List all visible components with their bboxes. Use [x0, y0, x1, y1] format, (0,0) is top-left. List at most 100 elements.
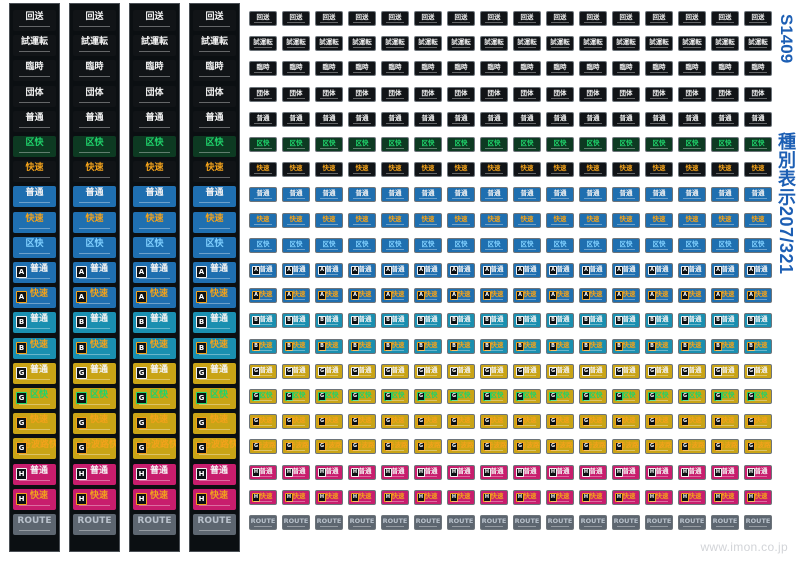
plate-sub-text-line [199, 353, 230, 355]
plate-sub-text-line [79, 227, 110, 229]
route-letter-badge: B [76, 316, 87, 329]
plate-sub-text-line [749, 324, 767, 326]
plate-sub-text-line [139, 278, 170, 279]
plate-label: 普通 [421, 113, 435, 122]
small-type-plate: 区快 G [645, 389, 673, 404]
small-type-plate: 普通 H [513, 464, 541, 480]
plate-sub-text-line [518, 198, 536, 200]
sheet-title: 種別表示207/321 [776, 132, 796, 275]
plate-label: 快速 [25, 213, 44, 224]
plate-sub-text-line [320, 248, 338, 250]
small-type-plate: ROUTE [612, 515, 640, 530]
small-type-plate: 丹波路快速G [315, 439, 343, 455]
plate-label: 臨時 [256, 63, 270, 72]
plate-label: 臨時 [652, 63, 666, 72]
plate-sub-text-line [683, 500, 701, 502]
large-type-plate: 区快 G [193, 388, 236, 409]
small-type-plate: 快速 H [513, 489, 541, 505]
small-type-plate: 快速 A [315, 288, 343, 304]
large-type-plate: 区快 G [13, 388, 56, 409]
small-type-plate: 団体 [480, 86, 508, 102]
plate-label: 快速 [751, 214, 765, 223]
small-type-plate: 普通 [315, 187, 343, 203]
small-type-plate: 普通 B [414, 313, 442, 329]
small-type-plate: 快速 A [579, 288, 607, 304]
large-type-plate: 団体 [133, 85, 176, 107]
plate-sub-text-line [584, 475, 602, 477]
plate-sub-text-line [650, 72, 668, 74]
small-type-plate: 快速 B [678, 338, 706, 354]
plate-sub-text-line [452, 274, 470, 275]
route-letter-badge: G [136, 442, 147, 455]
plate-sub-text-line [518, 47, 536, 49]
small-type-plate: 普通 [645, 111, 673, 127]
plate-sub-text-line [320, 425, 338, 427]
large-type-plate: 普通 H [13, 463, 56, 485]
plate-label: 区快 [322, 239, 336, 248]
plate-sub-text-line [254, 274, 272, 275]
route-letter-badge: G [76, 366, 87, 379]
plate-label: ROUTE [613, 517, 639, 525]
plate-label: 普通 [487, 113, 501, 122]
plate-sub-text-line [254, 173, 272, 175]
large-type-plate: 快速 A [73, 287, 116, 309]
small-type-plate: ROUTE [744, 515, 772, 530]
small-type-plate: 快速 G [414, 414, 442, 430]
plate-label: 快速 [145, 213, 164, 224]
large-type-plate: 試運転 [133, 35, 176, 57]
large-type-plate: 普通 A [133, 262, 176, 283]
plate-sub-text-line [79, 303, 110, 305]
plate-sub-text-line [19, 227, 50, 229]
plate-label: 普通 [205, 112, 224, 123]
plate-sub-text-line [617, 349, 635, 351]
plate-label: 試運転 [140, 37, 168, 48]
small-type-plate: 快速 H [414, 489, 442, 505]
small-type-plate: 普通 G [744, 363, 772, 379]
plate-label: 快速 [256, 214, 270, 223]
plate-sub-text-line [650, 198, 668, 200]
plate-sub-text-line [353, 450, 371, 452]
small-type-plate: 丹波路快速G [579, 439, 607, 455]
small-type-plate: 普通 [315, 111, 343, 127]
small-type-plate: 丹波路快速G [513, 439, 541, 455]
plate-sub-text-line [485, 374, 503, 376]
plate-label: 区快 [85, 138, 104, 148]
small-type-plate: 快速 [711, 162, 739, 178]
plate-label: 普通 [586, 189, 600, 198]
plate-label: 団体 [85, 87, 104, 98]
small-type-plate: 回送 [447, 11, 475, 26]
small-type-plate: 丹波路快速G [678, 439, 706, 455]
small-type-plate: 団体 [744, 86, 772, 102]
small-type-plate: 回送 [315, 11, 343, 26]
plate-sub-text-line [287, 274, 305, 275]
plate-label: 団体 [388, 88, 402, 97]
plate-sub-text-line [353, 72, 371, 74]
small-type-plate: 臨時 [447, 61, 475, 77]
plate-sub-text-line [617, 97, 635, 99]
plate-sub-text-line [199, 252, 230, 254]
plate-sub-text-line [518, 526, 536, 527]
route-letter-badge: H [16, 492, 27, 505]
small-type-plate: 普通 G [612, 363, 640, 379]
small-type-plate: 試運転 [678, 36, 706, 52]
plate-sub-text-line [650, 526, 668, 527]
small-type-plate: 普通 H [414, 464, 442, 480]
large-type-plate: 快速 [73, 211, 116, 233]
plate-sub-text-line [320, 198, 338, 200]
small-type-plate: 区快 G [579, 389, 607, 404]
plate-sub-text-line [518, 374, 536, 376]
plate-sub-text-line [683, 223, 701, 225]
plate-sub-text-line [353, 198, 371, 200]
small-type-plate: 普通 A [513, 263, 541, 278]
plate-sub-text-line [19, 504, 50, 506]
plate-sub-text-line [79, 378, 110, 380]
plate-label: 区快 [718, 239, 732, 248]
plate-sub-text-line [139, 252, 170, 254]
plate-sub-text-line [287, 324, 305, 326]
plate-label: ROUTE [547, 517, 573, 525]
plate-sub-text-line [551, 425, 569, 427]
route-letter-badge: A [76, 266, 87, 278]
plate-sub-text-line [485, 475, 503, 477]
plate-sub-text-line [452, 97, 470, 99]
plate-label: 快速 [388, 164, 402, 173]
